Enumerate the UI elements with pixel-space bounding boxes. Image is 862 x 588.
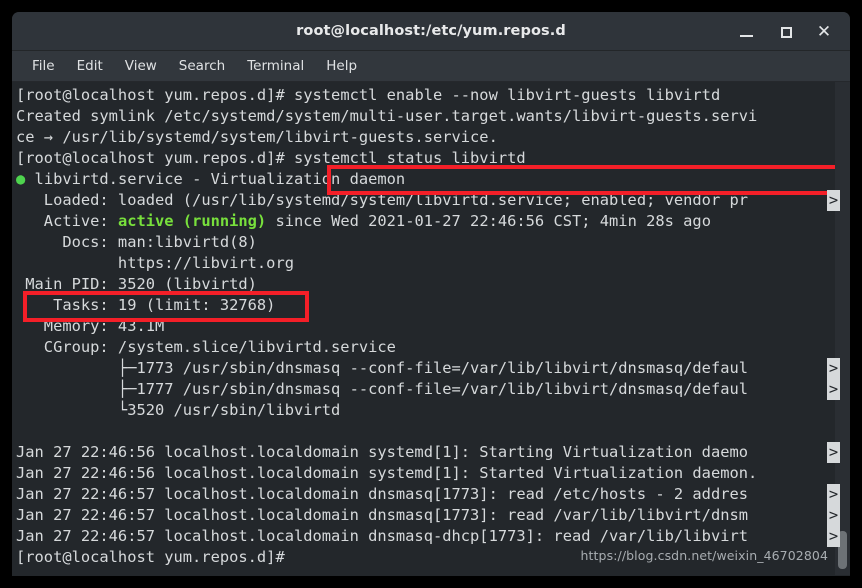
maximize-button[interactable] xyxy=(774,20,798,44)
terminal-line-text: Jan 27 22:46:56 localhost.localdomain sy… xyxy=(16,464,758,482)
terminal-line: ● libvirtd.service - Virtualization daem… xyxy=(16,169,850,190)
shell-prompt: [root@localhost yum.repos.d]# xyxy=(16,86,294,104)
terminal-line-text: [root@localhost yum.repos.d]# xyxy=(16,548,285,566)
terminal-line: Memory: 43.1M xyxy=(16,316,850,337)
terminal-line-text: https://libvirt.org xyxy=(16,254,294,272)
terminal-line-text: CGroup: /system.slice/libvirtd.service xyxy=(16,338,396,356)
terminal-line-text: Jan 27 22:46:57 localhost.localdomain dn… xyxy=(16,506,749,524)
menu-item-view[interactable]: View xyxy=(114,56,168,76)
terminal-line-text: Main PID: 3520 (libvirtd) xyxy=(16,275,257,293)
menu-item-help[interactable]: Help xyxy=(315,56,368,76)
close-button[interactable]: ✕ xyxy=(812,20,836,44)
active-state-value: active (running) xyxy=(117,212,267,230)
terminal-line: ├─1777 /usr/sbin/dnsmasq --conf-file=/va… xyxy=(16,379,850,400)
menu-item-search[interactable]: Search xyxy=(168,56,236,76)
maximize-icon xyxy=(780,26,792,38)
active-label: Active: xyxy=(16,212,118,230)
terminal-line-text: Created symlink /etc/systemd/system/mult… xyxy=(16,107,758,125)
minimize-button[interactable] xyxy=(734,20,758,44)
line-continuation-marker: > xyxy=(827,358,840,379)
menu-item-edit[interactable]: Edit xyxy=(66,56,114,76)
terminal-line: ├─1773 /usr/sbin/dnsmasq --conf-file=/va… xyxy=(16,358,850,379)
terminal-line-text: Jan 27 22:46:56 localhost.localdomain sy… xyxy=(16,443,749,461)
terminal-line-text: Tasks: 19 (limit: 32768) xyxy=(16,296,276,314)
terminal-line: ce → /usr/lib/systemd/system/libvirt-gue… xyxy=(16,127,850,148)
close-icon: ✕ xyxy=(816,21,832,42)
terminal-line: Jan 27 22:46:57 localhost.localdomain dn… xyxy=(16,505,850,526)
terminal-output-area[interactable]: [root@localhost yum.repos.d]# systemctl … xyxy=(12,82,850,575)
terminal-line-text: Docs: man:libvirtd(8) xyxy=(16,233,257,251)
line-continuation-marker: > xyxy=(827,505,840,526)
terminal-window: root@localhost:/etc/yum.repos.d ✕ File E… xyxy=(12,12,850,576)
service-status-dot-icon: ● xyxy=(16,170,26,188)
line-continuation-marker: > xyxy=(827,442,840,463)
terminal-line-text: Jan 27 22:46:57 localhost.localdomain dn… xyxy=(16,485,749,503)
terminal-line: └3520 /usr/sbin/libvirtd xyxy=(16,400,850,421)
terminal-line-text: Memory: 43.1M xyxy=(16,317,165,335)
menu-item-file[interactable]: File xyxy=(21,56,66,76)
terminal-line: [root@localhost yum.repos.d]# systemctl … xyxy=(16,148,850,169)
terminal-line: CGroup: /system.slice/libvirtd.service xyxy=(16,337,850,358)
terminal-line-text: ├─1777 /usr/sbin/dnsmasq --conf-file=/va… xyxy=(16,380,749,398)
terminal-line-text: └3520 /usr/sbin/libvirtd xyxy=(16,401,341,419)
active-since-text: since Wed 2021-01-27 22:46:56 CST; 4min … xyxy=(266,212,711,230)
shell-command: systemctl status libvirtd xyxy=(293,149,526,167)
terminal-line: Loaded: loaded (/usr/lib/systemd/system/… xyxy=(16,190,850,211)
line-continuation-marker: > xyxy=(827,190,840,211)
shell-command: systemctl enable --now libvirt-guests li… xyxy=(293,86,721,104)
terminal-line: Main PID: 3520 (libvirtd) xyxy=(16,274,850,295)
terminal-line-text: Jan 27 22:46:57 localhost.localdomain dn… xyxy=(16,527,749,545)
terminal-line-text: ce → /usr/lib/systemd/system/libvirt-gue… xyxy=(16,128,498,146)
terminal-line: [root@localhost yum.repos.d]# systemctl … xyxy=(16,85,850,106)
service-unit-description: libvirtd.service - Virtualization daemon xyxy=(25,170,406,188)
terminal-line: Jan 27 22:46:57 localhost.localdomain dn… xyxy=(16,484,850,505)
terminal-line: Jan 27 22:46:56 localhost.localdomain sy… xyxy=(16,463,850,484)
window-title: root@localhost:/etc/yum.repos.d xyxy=(296,23,566,39)
shell-prompt: [root@localhost yum.repos.d]# xyxy=(16,149,294,167)
terminal-line: https://libvirt.org xyxy=(16,253,850,274)
terminal-line-text: ├─1773 /usr/sbin/dnsmasq --conf-file=/va… xyxy=(16,359,749,377)
terminal-line: Created symlink /etc/systemd/system/mult… xyxy=(16,106,850,127)
terminal-screen: [root@localhost yum.repos.d]# systemctl … xyxy=(12,85,850,568)
menu-item-terminal[interactable]: Terminal xyxy=(236,56,315,76)
terminal-line-text: Loaded: loaded (/usr/lib/systemd/system/… xyxy=(16,191,749,209)
line-continuation-marker: > xyxy=(827,526,840,547)
terminal-line: Docs: man:libvirtd(8) xyxy=(16,232,850,253)
minimize-icon xyxy=(739,34,753,37)
terminal-line: Jan 27 22:46:57 localhost.localdomain dn… xyxy=(16,526,850,547)
terminal-line: Tasks: 19 (limit: 32768) xyxy=(16,295,850,316)
line-continuation-marker: > xyxy=(827,484,840,505)
watermark-text: https://blog.csdn.net/weixin_46702804 xyxy=(580,548,828,563)
menu-bar: File Edit View Search Terminal Help xyxy=(12,51,850,82)
terminal-line: Jan 27 22:46:56 localhost.localdomain sy… xyxy=(16,442,850,463)
terminal-line: Active: active (running) since Wed 2021-… xyxy=(16,211,850,232)
line-continuation-marker: > xyxy=(827,379,840,400)
window-titlebar[interactable]: root@localhost:/etc/yum.repos.d ✕ xyxy=(12,12,850,51)
